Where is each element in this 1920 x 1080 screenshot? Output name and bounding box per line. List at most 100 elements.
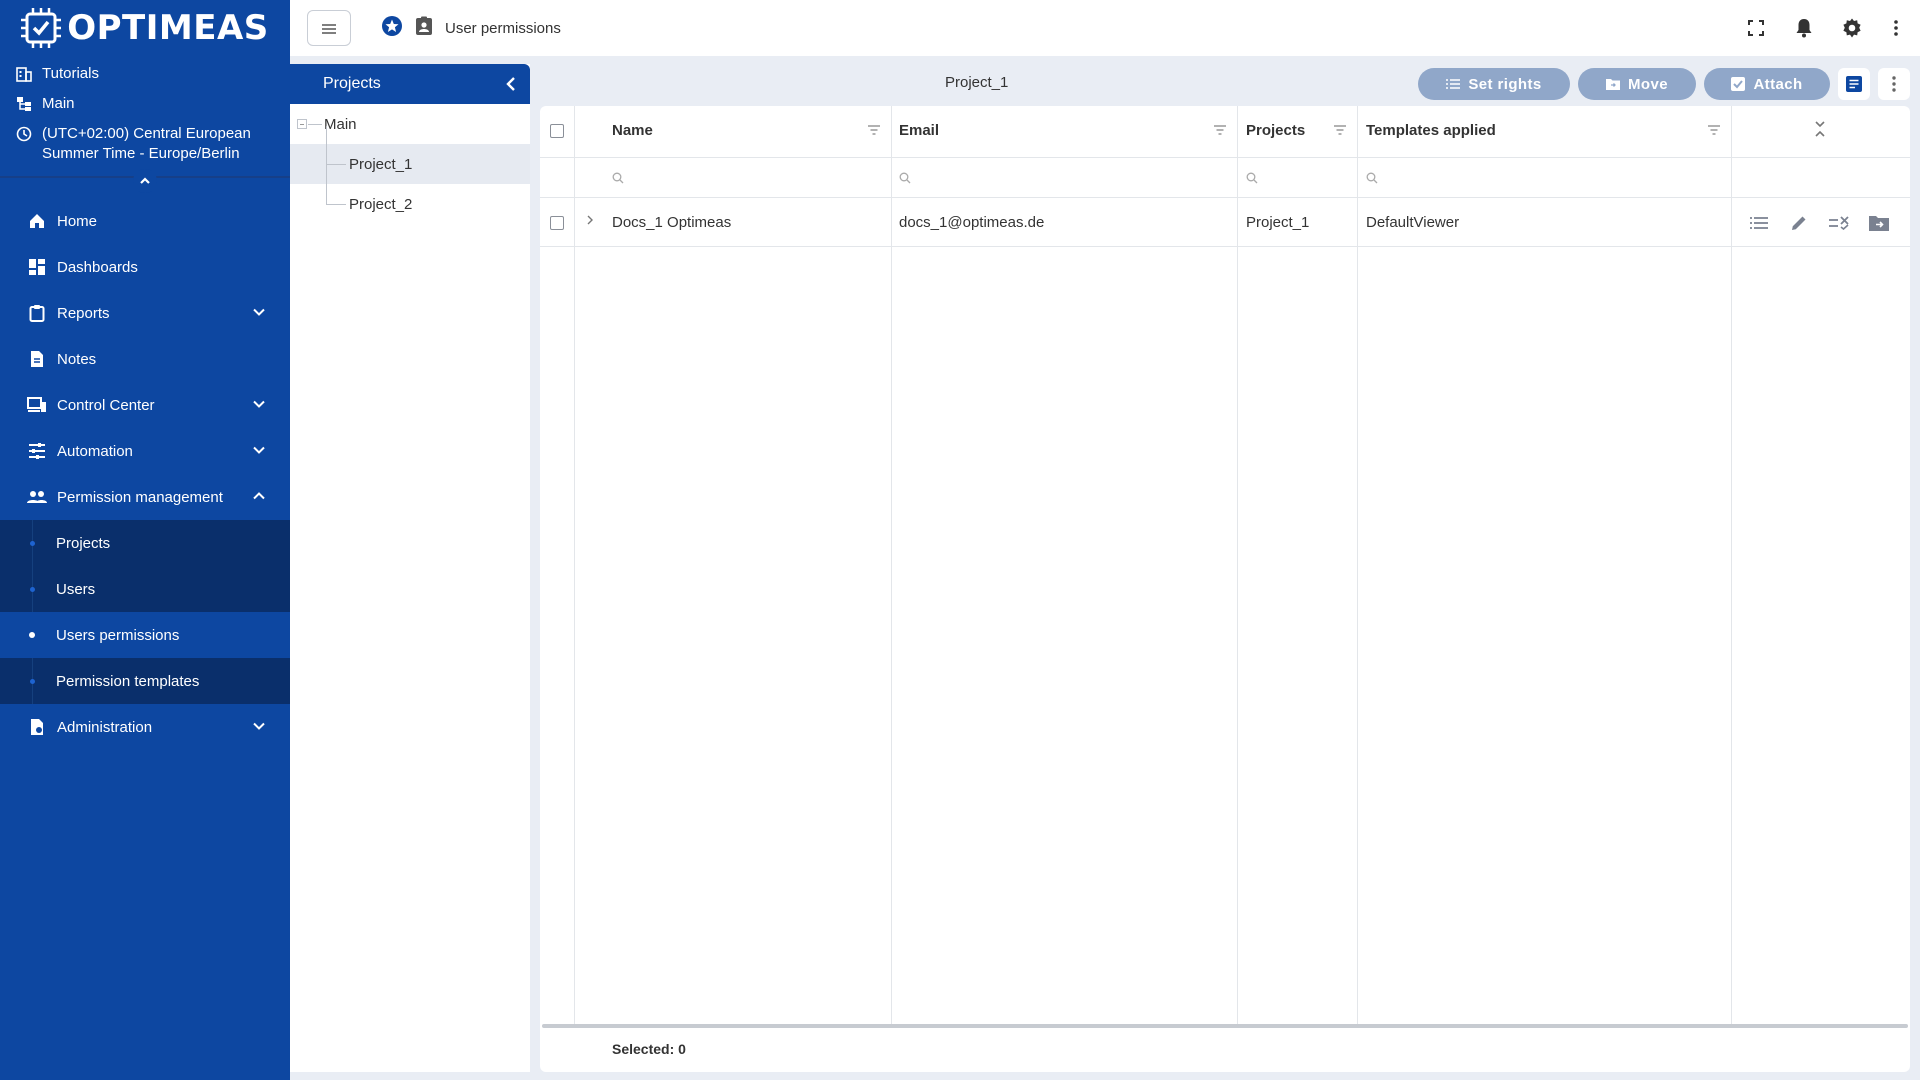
collapse-all-button[interactable] xyxy=(1814,120,1826,142)
sidebar-item-control-center[interactable]: Control Center xyxy=(0,382,290,428)
building-icon xyxy=(16,67,32,82)
set-rights-button[interactable]: Set rights xyxy=(1418,68,1570,100)
collapse-panel-button[interactable] xyxy=(504,76,518,97)
search-icon[interactable] xyxy=(612,171,624,188)
tree-collapse-icon[interactable] xyxy=(297,119,307,129)
menu-toggle-button[interactable] xyxy=(307,10,351,46)
search-icon[interactable] xyxy=(1366,171,1378,188)
sidebar-item-label: Permission templates xyxy=(56,672,200,690)
favorite-star-icon[interactable] xyxy=(381,15,403,41)
select-all-checkbox[interactable] xyxy=(550,124,564,138)
table-row[interactable]: Docs_1 Optimeas docs_1@optimeas.de Proje… xyxy=(540,199,1910,247)
sidebar-nav: Home Dashboards Reports Notes Control Ce… xyxy=(0,198,290,750)
search-icon[interactable] xyxy=(899,171,911,188)
attach-button[interactable]: Attach xyxy=(1704,68,1830,100)
search-icon[interactable] xyxy=(1246,171,1258,188)
users-permissions-grid: Name Email Projects Templates applied Do… xyxy=(540,106,1910,1072)
edit-button[interactable] xyxy=(1787,211,1811,235)
devices-icon xyxy=(27,397,46,412)
column-header-projects[interactable]: Projects xyxy=(1246,122,1305,139)
sidebar-item-notes[interactable]: Notes xyxy=(0,336,290,382)
move-to-folder-button[interactable] xyxy=(1867,211,1891,235)
list-icon xyxy=(1750,217,1768,229)
grid-filter-row xyxy=(540,158,1910,198)
sidebar-item-label: Notes xyxy=(57,350,97,368)
bullet-icon xyxy=(30,541,35,546)
filter-icon[interactable] xyxy=(1334,122,1346,139)
hamburger-icon xyxy=(322,24,336,34)
fullscreen-icon xyxy=(1748,20,1764,36)
chip-logo-icon xyxy=(21,8,62,48)
move-label: Move xyxy=(1628,75,1668,93)
sidebar-subitem-projects[interactable]: Projects xyxy=(0,520,290,566)
dashboard-icon xyxy=(29,259,45,275)
sidebar-item-administration[interactable]: Administration xyxy=(0,704,290,750)
sidebar-item-dashboards[interactable]: Dashboards xyxy=(0,244,290,290)
main-label: Main xyxy=(42,95,75,112)
sidebar-item-home[interactable]: Home xyxy=(0,198,290,244)
main-link[interactable]: Main xyxy=(16,94,274,114)
kebab-icon xyxy=(1894,20,1898,36)
notifications-button[interactable] xyxy=(1790,18,1818,38)
attach-label: Attach xyxy=(1753,75,1803,93)
pencil-icon xyxy=(1792,216,1806,230)
cell-name: Docs_1 Optimeas xyxy=(612,214,732,231)
bullet-icon xyxy=(29,632,35,638)
gear-icon xyxy=(1843,18,1861,38)
column-header-templates[interactable]: Templates applied xyxy=(1366,122,1496,139)
sidebar-item-label: Automation xyxy=(57,442,133,460)
chevron-up-icon xyxy=(253,492,265,500)
cell-email: docs_1@optimeas.de xyxy=(899,214,1045,231)
article-icon xyxy=(1846,76,1862,92)
content-more-button[interactable] xyxy=(1878,68,1910,100)
row-checkbox[interactable] xyxy=(550,216,564,230)
sidebar-item-label: Projects xyxy=(56,534,111,552)
sidebar-subitem-permission-templates[interactable]: Permission templates xyxy=(0,658,290,704)
sliders-icon xyxy=(29,443,45,459)
more-options-button[interactable] xyxy=(1886,20,1906,36)
filter-icon[interactable] xyxy=(1708,122,1720,139)
row-actions xyxy=(1747,211,1891,235)
remove-rights-button[interactable] xyxy=(1827,211,1851,235)
fullscreen-button[interactable] xyxy=(1742,20,1770,36)
sidebar-subitem-users[interactable]: Users xyxy=(0,566,290,612)
timezone-info: (UTC+02:00) Central European Summer Time… xyxy=(16,124,274,164)
tree-node-label: Project_1 xyxy=(349,155,413,173)
folder-move-icon xyxy=(1869,216,1889,231)
sidebar-item-reports[interactable]: Reports xyxy=(0,290,290,336)
clipboard-icon xyxy=(29,305,45,322)
folder-move-icon xyxy=(1606,79,1621,90)
sidebar-item-label: Dashboards xyxy=(57,258,138,276)
sidebar-subitem-users-permissions[interactable]: Users permissions xyxy=(0,612,290,658)
hierarchy-icon xyxy=(17,97,31,111)
settings-button[interactable] xyxy=(1838,18,1866,38)
sidebar-item-label: Users xyxy=(56,580,96,598)
sidebar-item-permission-management[interactable]: Permission management xyxy=(0,474,290,520)
clock-icon xyxy=(16,126,32,142)
move-button[interactable]: Move xyxy=(1578,68,1696,100)
projects-panel-header: Projects xyxy=(290,64,530,104)
tutorials-link[interactable]: Tutorials xyxy=(16,64,274,84)
collapse-meta-button[interactable] xyxy=(133,169,157,193)
cell-templates: DefaultViewer xyxy=(1366,214,1460,231)
bullet-icon xyxy=(30,679,35,684)
expand-row-icon[interactable] xyxy=(586,213,594,230)
sidebar-item-automation[interactable]: Automation xyxy=(0,428,290,474)
list-icon xyxy=(1446,79,1461,89)
tree-node-label: Main xyxy=(324,115,357,133)
document-icon xyxy=(31,351,43,367)
kebab-icon xyxy=(1892,76,1896,92)
set-rights-label: Set rights xyxy=(1468,75,1542,93)
sidebar-item-label: Reports xyxy=(57,304,110,322)
column-header-name[interactable]: Name xyxy=(612,122,653,139)
top-bar: User permissions xyxy=(290,0,1920,56)
view-toggle-button[interactable] xyxy=(1838,68,1870,100)
collapse-all-icon xyxy=(1815,121,1825,137)
filter-icon[interactable] xyxy=(1214,122,1226,139)
selected-count: Selected: 0 xyxy=(612,1041,686,1057)
column-header-email[interactable]: Email xyxy=(899,122,939,139)
sidebar-item-label: Administration xyxy=(57,718,153,736)
details-list-button[interactable] xyxy=(1747,211,1771,235)
filter-icon[interactable] xyxy=(868,122,880,139)
tutorials-label: Tutorials xyxy=(42,65,99,82)
